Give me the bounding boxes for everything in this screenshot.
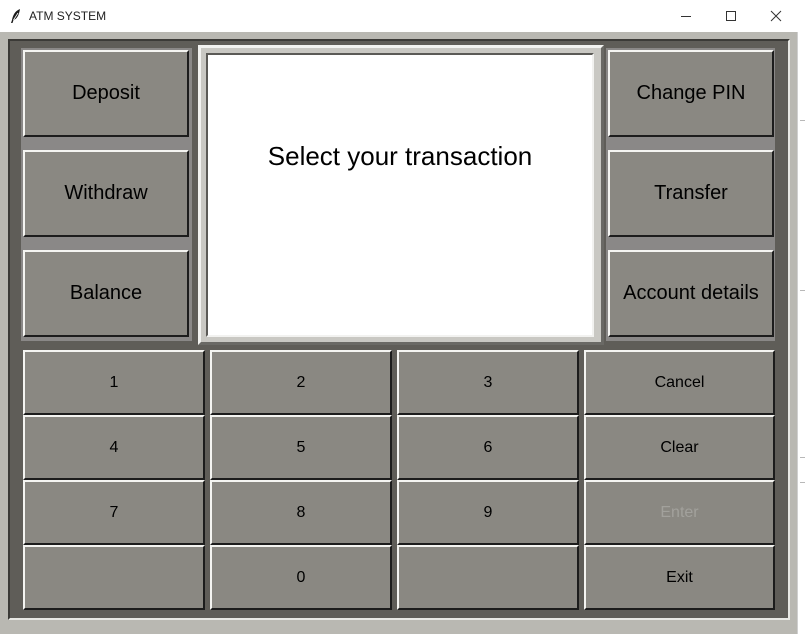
screen-message: Select your transaction — [267, 141, 533, 171]
key-1[interactable]: 1 — [23, 350, 205, 415]
key-6[interactable]: 6 — [397, 415, 579, 480]
change-pin-button[interactable]: Change PIN — [608, 50, 774, 137]
key-8[interactable]: 8 — [210, 480, 392, 545]
account-details-button[interactable]: Account details — [608, 250, 774, 337]
minimize-icon — [681, 16, 691, 17]
minimize-button[interactable] — [663, 0, 709, 32]
title-bar: ATM SYSTEM — [0, 0, 805, 33]
key-3[interactable]: 3 — [397, 350, 579, 415]
maximize-icon — [726, 11, 736, 21]
exit-button[interactable]: Exit — [584, 545, 775, 610]
key-4[interactable]: 4 — [23, 415, 205, 480]
clear-button[interactable]: Clear — [584, 415, 775, 480]
enter-button[interactable]: Enter — [584, 480, 775, 545]
key-7[interactable]: 7 — [23, 480, 205, 545]
key-2[interactable]: 2 — [210, 350, 392, 415]
key-5[interactable]: 5 — [210, 415, 392, 480]
close-button[interactable] — [753, 0, 799, 32]
cancel-button[interactable]: Cancel — [584, 350, 775, 415]
transfer-button[interactable]: Transfer — [608, 150, 774, 237]
feather-icon — [11, 9, 20, 23]
atm-screen: Select your transaction — [206, 53, 594, 337]
close-icon — [770, 10, 782, 22]
key-0[interactable]: 0 — [210, 545, 392, 610]
background-window-edge — [797, 32, 805, 634]
blank-key-r4-c1[interactable] — [23, 545, 205, 610]
balance-button[interactable]: Balance — [23, 250, 189, 337]
key-9[interactable]: 9 — [397, 480, 579, 545]
withdraw-button[interactable]: Withdraw — [23, 150, 189, 237]
maximize-button[interactable] — [708, 0, 754, 32]
blank-key-r4-c3[interactable] — [397, 545, 579, 610]
deposit-button[interactable]: Deposit — [23, 50, 189, 137]
window-title: ATM SYSTEM — [29, 9, 107, 23]
